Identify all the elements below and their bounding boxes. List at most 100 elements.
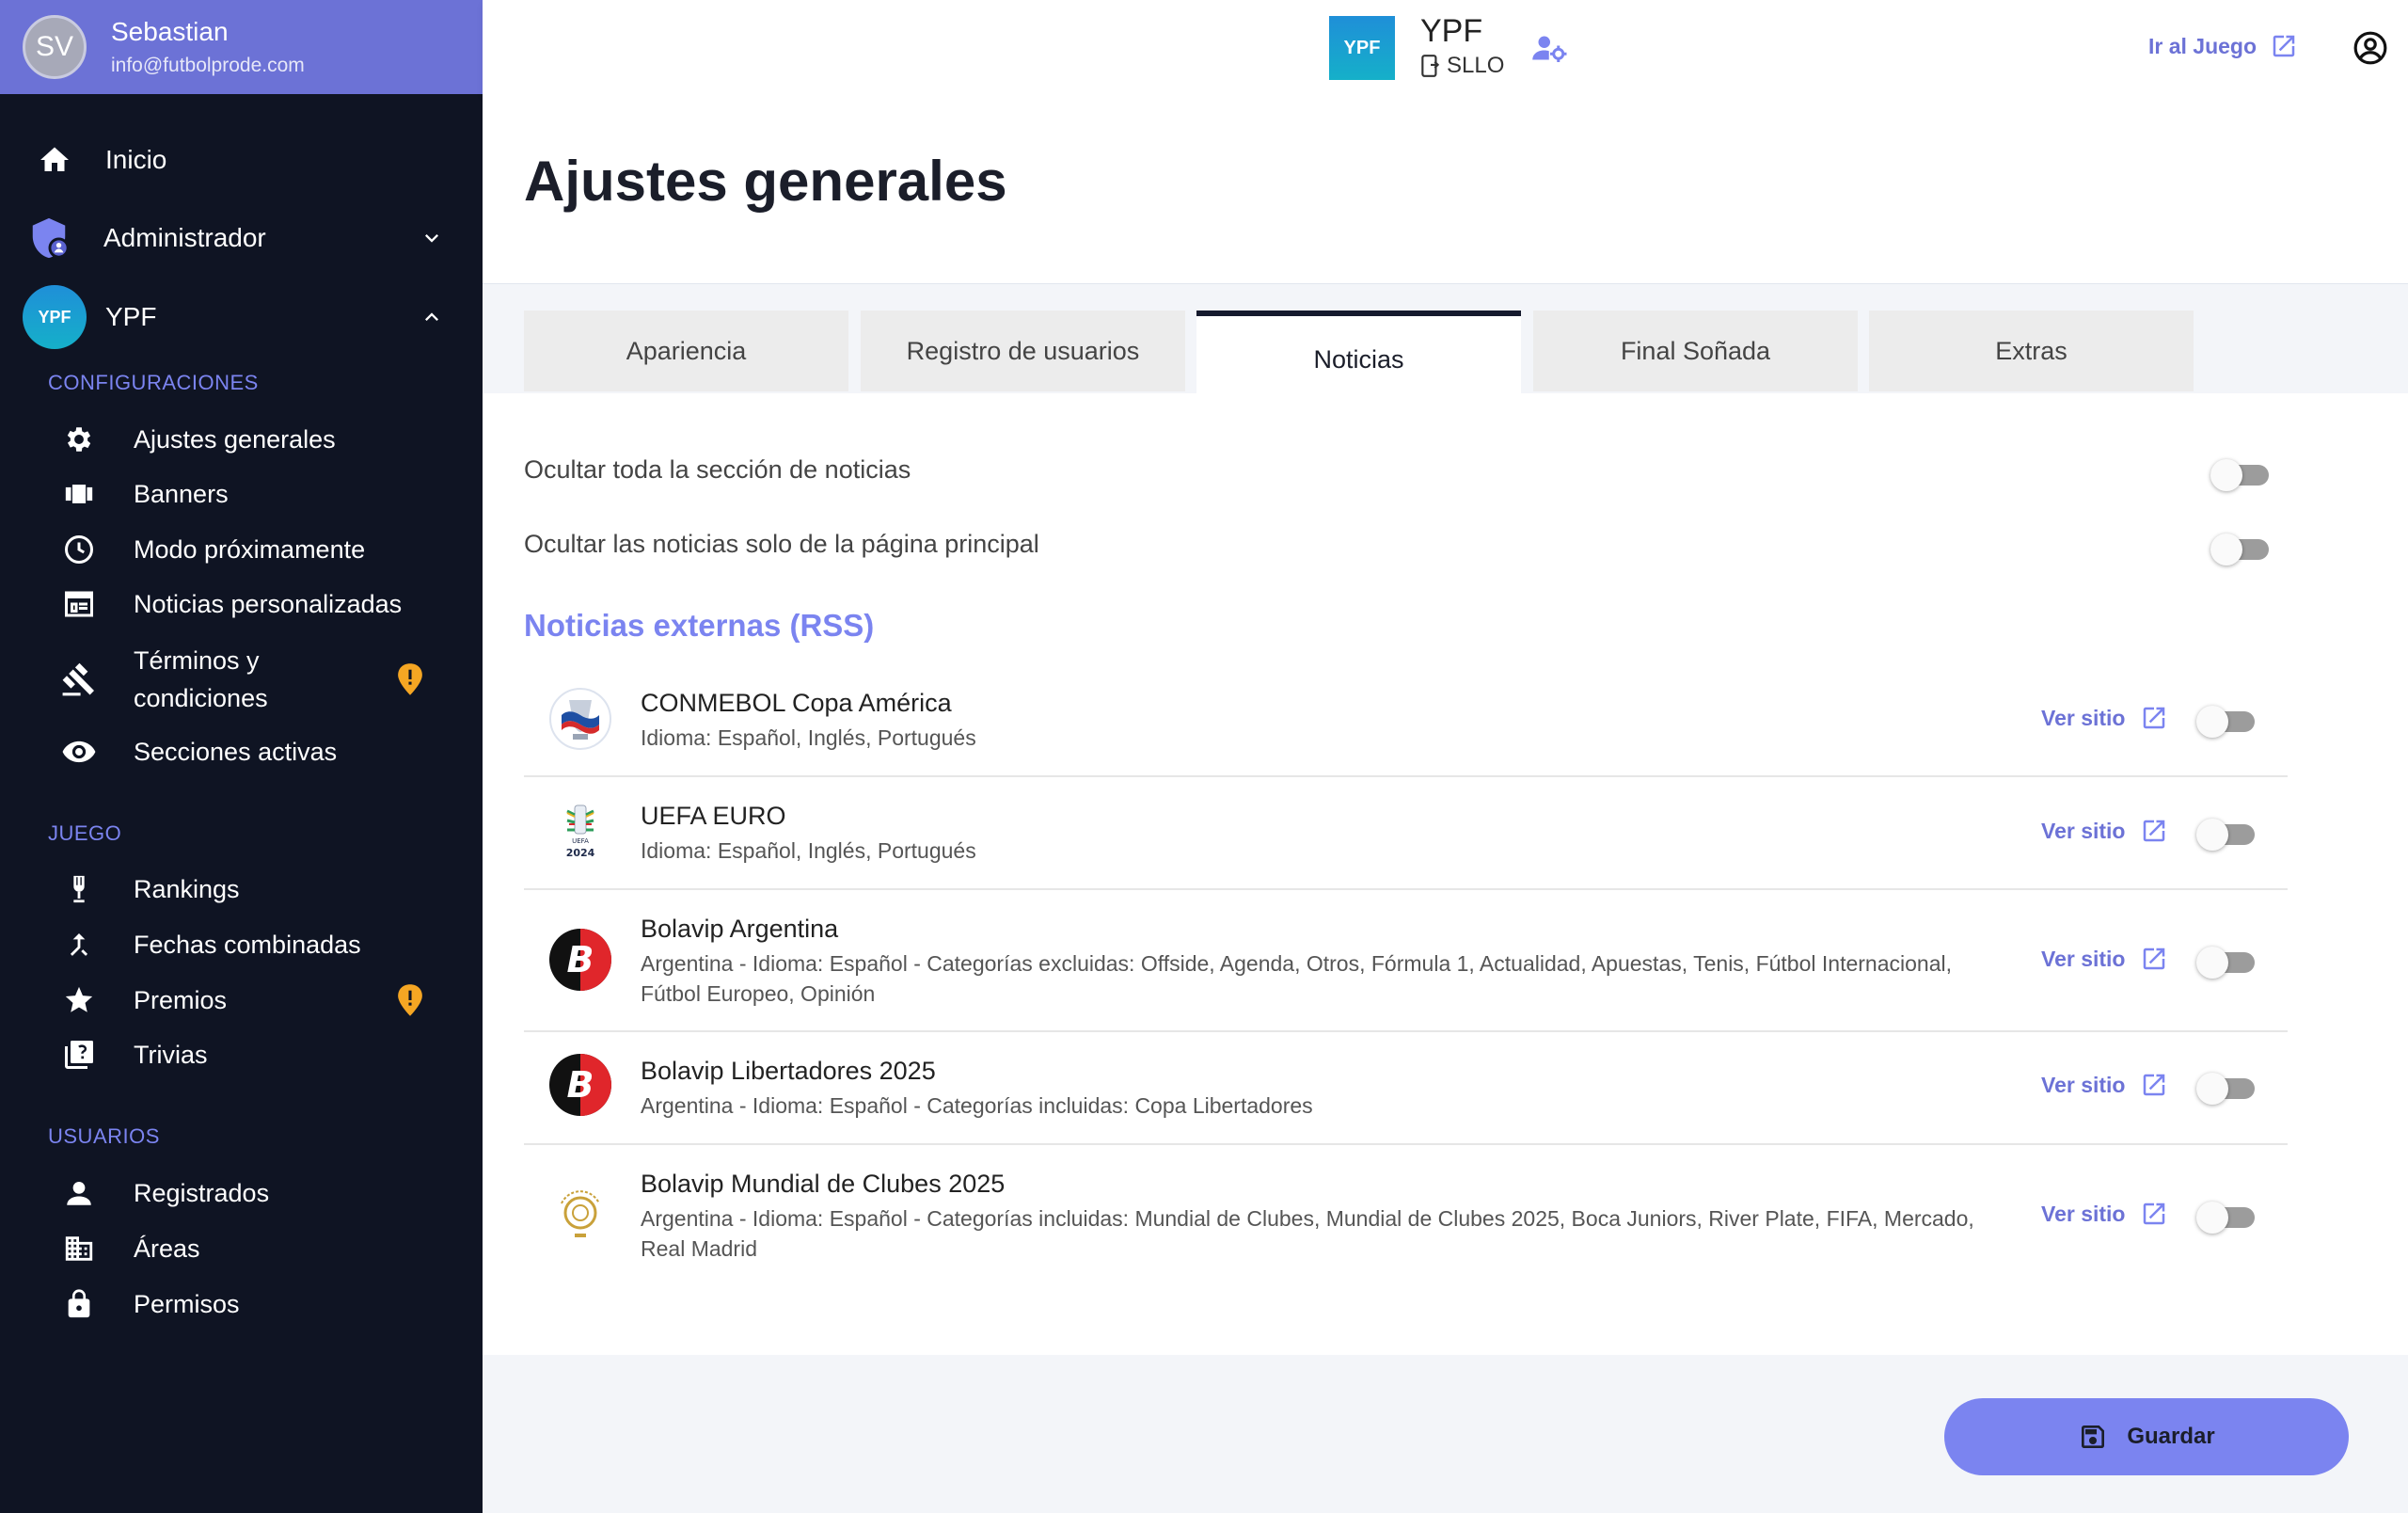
conmebol-logo-icon xyxy=(548,687,612,751)
bolavip-logo-icon: B xyxy=(548,1053,612,1117)
admin-shield-icon xyxy=(26,215,71,261)
ver-sitio-label: Ver sitio xyxy=(2041,705,2126,730)
external-link-icon xyxy=(2144,1074,2165,1096)
org-code-text: SLLO xyxy=(1447,53,1505,78)
device-icon xyxy=(1421,55,1440,77)
sidebar-item-areas[interactable]: Áreas xyxy=(0,1230,483,1267)
tab-extras[interactable]: Extras xyxy=(1869,311,2194,391)
sidebar-item-permisos[interactable]: Permisos xyxy=(0,1285,483,1323)
tab-final-sonada[interactable]: Final Soñada xyxy=(1533,311,1858,391)
external-link-icon xyxy=(2144,948,2165,970)
chevron-down-icon[interactable] xyxy=(419,225,445,251)
svg-text:UEFA: UEFA xyxy=(572,837,589,845)
ver-sitio-link[interactable]: Ver sitio xyxy=(2041,817,2168,845)
sidebar-item-secciones-activas[interactable]: Secciones activas xyxy=(0,733,483,771)
feed-row: B Bolavip Libertadores 2025 Argentina - … xyxy=(524,1032,2288,1145)
sidebar-item-inicio[interactable]: Inicio xyxy=(0,141,483,179)
hide-all-news-label: Ocultar toda la sección de noticias xyxy=(524,455,911,484)
ver-sitio-link[interactable]: Ver sitio xyxy=(2041,945,2168,973)
feed-toggle[interactable] xyxy=(2196,945,2255,979)
ver-sitio-label: Ver sitio xyxy=(2041,818,2126,843)
user-settings-icon[interactable] xyxy=(1532,34,1568,62)
user-header[interactable]: SV Sebastian info@futbolprode.com xyxy=(0,0,483,94)
terminos-line2: condiciones xyxy=(134,684,268,712)
banner-icon xyxy=(60,475,98,513)
sidebar-item-administrador[interactable]: Administrador xyxy=(0,215,483,261)
sidebar-item-premios[interactable]: Premios xyxy=(0,981,483,1019)
sidebar-item-label: Banners xyxy=(134,480,229,508)
feed-toggle[interactable] xyxy=(2196,1200,2255,1234)
sidebar-item-rankings[interactable]: Rankings xyxy=(0,870,483,908)
toggle-thumb xyxy=(2196,1073,2228,1105)
news-icon xyxy=(60,585,98,623)
quiz-icon xyxy=(60,1036,98,1074)
tab-noticias[interactable]: Noticias xyxy=(1196,311,1521,393)
sidebar: SV Sebastian info@futbolprode.com Inicio… xyxy=(0,0,483,1513)
home-icon xyxy=(36,141,73,179)
ver-sitio-label: Ver sitio xyxy=(2041,946,2126,971)
sidebar-item-label: Permisos xyxy=(134,1290,240,1318)
ypf-org-icon: YPF xyxy=(23,285,87,349)
sidebar-item-label: Trivias xyxy=(134,1041,208,1069)
feed-name: Bolavip Mundial de Clubes 2025 xyxy=(641,1170,1006,1198)
gear-icon xyxy=(60,421,98,458)
tab-registro-usuarios[interactable]: Registro de usuarios xyxy=(861,311,1185,391)
merge-icon xyxy=(60,926,98,964)
sidebar-item-label: Fechas combinadas xyxy=(134,931,361,959)
sidebar-item-fechas-combinadas[interactable]: Fechas combinadas xyxy=(0,926,483,964)
bolavip-logo-icon: B xyxy=(548,928,612,992)
uefa-euro-logo-icon: UEFA 2024 xyxy=(548,800,612,864)
hide-all-news-toggle[interactable] xyxy=(2210,457,2269,491)
hide-main-news-toggle[interactable] xyxy=(2210,532,2269,565)
external-link-icon xyxy=(2144,820,2165,842)
terminos-line1: Términos y xyxy=(134,646,260,675)
person-icon xyxy=(60,1174,98,1212)
save-button[interactable]: Guardar xyxy=(1944,1398,2349,1475)
chevron-up-icon[interactable] xyxy=(419,304,445,330)
feed-name: CONMEBOL Copa América xyxy=(641,689,952,717)
feed-toggle[interactable] xyxy=(2196,704,2255,738)
sidebar-item-noticias-personalizadas[interactable]: Noticias personalizadas xyxy=(0,585,483,623)
ver-sitio-link[interactable]: Ver sitio xyxy=(2041,1071,2168,1099)
ver-sitio-link[interactable]: Ver sitio xyxy=(2041,704,2168,732)
sidebar-item-registrados[interactable]: Registrados xyxy=(0,1174,483,1212)
feed-name: Bolavip Argentina xyxy=(641,915,839,943)
account-circle-icon[interactable] xyxy=(2353,30,2388,66)
toggle-thumb xyxy=(2210,459,2242,491)
section-title-configuraciones: CONFIGURACIONES xyxy=(48,371,259,394)
feed-description: Idioma: Español, Inglés, Portugués xyxy=(641,838,976,863)
external-link-icon xyxy=(2273,35,2295,57)
toggle-thumb xyxy=(2196,706,2228,738)
toggle-thumb xyxy=(2196,947,2228,979)
feed-toggle[interactable] xyxy=(2196,817,2255,851)
feed-row: CONMEBOL Copa América Idioma: Español, I… xyxy=(524,664,2288,777)
feed-description: Argentina - Idioma: Español - Categorías… xyxy=(641,951,1952,1006)
tab-apariencia[interactable]: Apariencia xyxy=(524,311,848,391)
ir-al-juego-link[interactable]: Ir al Juego xyxy=(2148,32,2298,60)
sidebar-item-terminos[interactable]: Términos y condiciones xyxy=(0,642,483,717)
sidebar-item-trivias[interactable]: Trivias xyxy=(0,1036,483,1074)
feed-description: Idioma: Español, Inglés, Portugués xyxy=(641,725,976,750)
sidebar-item-label: Ajustes generales xyxy=(134,425,336,454)
eye-icon xyxy=(60,733,98,771)
ver-sitio-label: Ver sitio xyxy=(2041,1072,2126,1097)
top-bar: YPF YPF SLLO Ir al Juego xyxy=(483,0,2408,94)
feed-row: Bolavip Mundial de Clubes 2025 Argentina… xyxy=(524,1145,2288,1286)
sidebar-item-label: Inicio xyxy=(105,145,167,174)
ver-sitio-label: Ver sitio xyxy=(2041,1201,2126,1226)
sidebar-item-ajustes-generales[interactable]: Ajustes generales xyxy=(0,421,483,458)
ver-sitio-link[interactable]: Ver sitio xyxy=(2041,1200,2168,1228)
sidebar-item-ypf[interactable]: YPF YPF xyxy=(0,283,483,351)
avatar: SV xyxy=(23,15,87,79)
clock-icon xyxy=(60,531,98,568)
user-info: Sebastian info@futbolprode.com xyxy=(111,17,305,77)
sidebar-item-banners[interactable]: Banners xyxy=(0,475,483,513)
feed-description: Argentina - Idioma: Español - Categorías… xyxy=(641,1093,1313,1118)
warning-icon xyxy=(398,984,422,1016)
svg-text:B: B xyxy=(567,1064,594,1106)
feed-toggle[interactable] xyxy=(2196,1071,2255,1105)
sidebar-item-label: Rankings xyxy=(134,875,240,903)
ypf-logo: YPF xyxy=(1329,16,1395,80)
gavel-icon xyxy=(60,661,98,698)
sidebar-item-modo-proximamente[interactable]: Modo próximamente xyxy=(0,531,483,568)
